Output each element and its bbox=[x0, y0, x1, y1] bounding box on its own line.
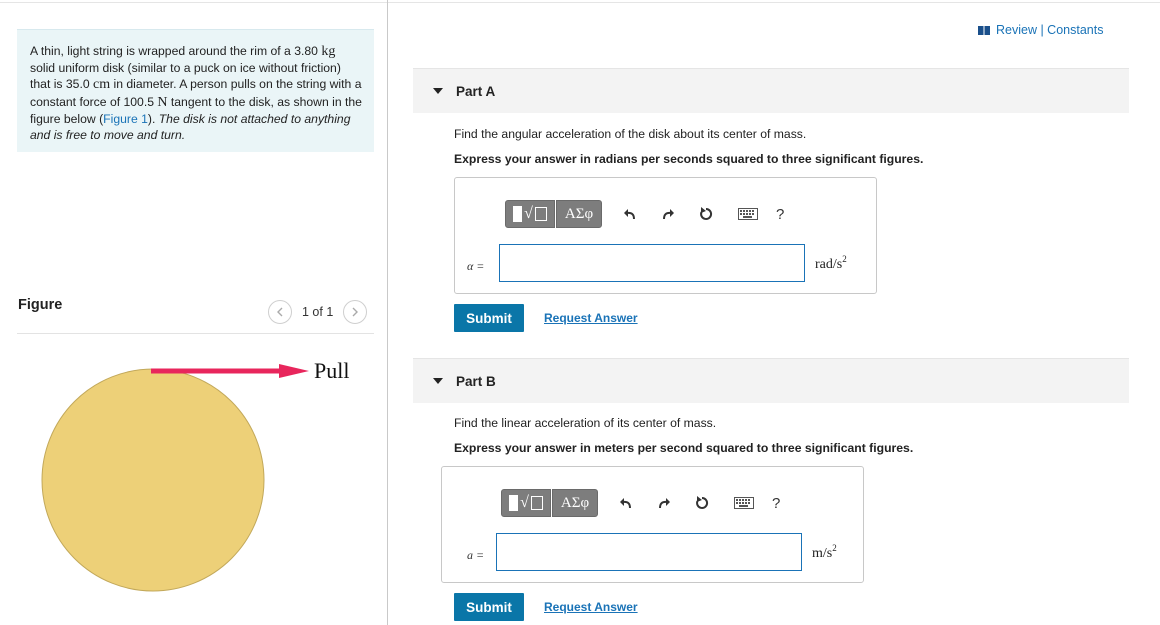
figure-link[interactable]: Figure 1 bbox=[103, 112, 148, 126]
collapse-triangle-icon bbox=[433, 378, 443, 384]
part-a-unit: rad/s2 bbox=[815, 254, 847, 272]
part-b-answer-input[interactable] bbox=[496, 533, 802, 571]
templates-button[interactable]: √ bbox=[505, 200, 555, 228]
pull-arrowhead bbox=[279, 364, 309, 378]
keyboard-button[interactable] bbox=[738, 204, 758, 224]
templates-button[interactable]: √ bbox=[501, 489, 551, 517]
reset-icon bbox=[700, 207, 713, 220]
part-b-request-answer-link[interactable]: Request Answer bbox=[544, 600, 638, 614]
figure-divider bbox=[17, 333, 374, 334]
next-figure-button[interactable] bbox=[343, 300, 368, 324]
part-b-question: Find the linear acceleration of its cent… bbox=[454, 416, 717, 430]
figure-1: Pull bbox=[41, 358, 349, 592]
alpha-variable-label: α = bbox=[467, 259, 485, 273]
greek-symbols-button[interactable]: ΑΣφ bbox=[556, 200, 602, 228]
keyboard-icon bbox=[734, 497, 754, 509]
figure-label: Figure bbox=[18, 297, 63, 313]
undo-button[interactable] bbox=[616, 493, 636, 513]
part-a-question: Find the angular acceleration of the dis… bbox=[454, 127, 807, 141]
collapse-triangle-icon bbox=[433, 88, 443, 94]
chevron-right-icon bbox=[352, 307, 359, 317]
redo-icon bbox=[659, 498, 670, 509]
disk bbox=[41, 368, 265, 592]
math-toolbar: √ ΑΣφ ? bbox=[501, 487, 780, 519]
problem-statement: A thin, light string is wrapped around t… bbox=[17, 29, 374, 152]
chevron-left-icon bbox=[277, 307, 283, 317]
figure-pager: 1 of 1 bbox=[268, 300, 368, 324]
undo-button[interactable] bbox=[620, 204, 640, 224]
greek-symbols-button[interactable]: ΑΣφ bbox=[552, 489, 598, 517]
part-a-request-answer-link[interactable]: Request Answer bbox=[544, 311, 638, 325]
pull-label: Pull bbox=[314, 358, 349, 383]
undo-icon bbox=[624, 209, 635, 220]
help-button[interactable]: ? bbox=[772, 495, 780, 512]
part-b-title: Part B bbox=[456, 373, 496, 389]
keyboard-button[interactable] bbox=[734, 493, 754, 513]
part-b-unit: m/s2 bbox=[812, 543, 837, 561]
part-a-header[interactable]: Part A bbox=[413, 68, 1129, 113]
templates-icon: √ bbox=[513, 205, 547, 223]
redo-button[interactable] bbox=[658, 204, 678, 224]
review-constants-link[interactable]: Review | Constants bbox=[978, 23, 1103, 37]
redo-button[interactable] bbox=[654, 493, 674, 513]
review-constants-label: Review | Constants bbox=[996, 23, 1104, 37]
part-a-instruction: Express your answer in radians per secon… bbox=[454, 152, 924, 166]
undo-icon bbox=[620, 498, 631, 509]
part-a-answer-box: √ ΑΣφ ? α = rad/s2 bbox=[454, 177, 877, 294]
part-b-header[interactable]: Part B bbox=[413, 358, 1129, 403]
prev-figure-button[interactable] bbox=[268, 300, 292, 324]
part-b-instruction: Express your answer in meters per second… bbox=[454, 441, 914, 455]
figure-count: 1 of 1 bbox=[302, 305, 334, 319]
help-button[interactable]: ? bbox=[776, 206, 784, 223]
reset-icon bbox=[696, 496, 709, 509]
part-a-submit-button[interactable]: Submit bbox=[454, 304, 524, 332]
a-variable-label: a = bbox=[467, 548, 485, 562]
book-icon bbox=[978, 25, 990, 35]
math-toolbar: √ ΑΣφ ? bbox=[505, 198, 784, 230]
redo-icon bbox=[663, 209, 674, 220]
part-a-answer-input[interactable] bbox=[499, 244, 805, 282]
templates-icon: √ bbox=[509, 494, 543, 512]
keyboard-icon bbox=[738, 208, 758, 220]
left-panel: A thin, light string is wrapped around t… bbox=[0, 0, 388, 625]
reset-button[interactable] bbox=[692, 493, 712, 513]
part-b-submit-button[interactable]: Submit bbox=[454, 593, 524, 621]
part-b-answer-box: √ ΑΣφ ? a = m/s2 bbox=[441, 466, 864, 583]
part-a-title: Part A bbox=[456, 83, 496, 99]
reset-button[interactable] bbox=[696, 204, 716, 224]
